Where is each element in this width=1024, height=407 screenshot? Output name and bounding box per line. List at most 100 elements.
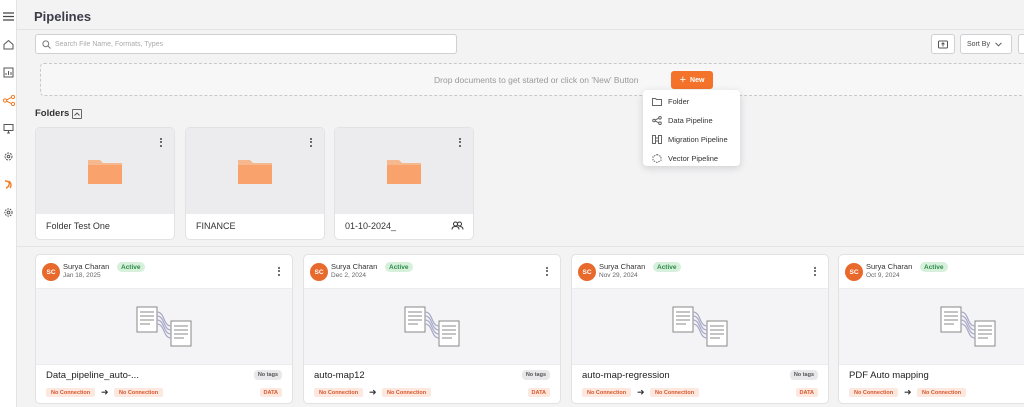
search-icon <box>42 39 51 49</box>
tag-badge: No tags <box>521 370 550 380</box>
chevron-up-icon <box>74 111 81 116</box>
tag-badge: No tags <box>253 370 282 380</box>
folder-name: 01-10-2024_ <box>345 221 397 231</box>
pipeline-card[interactable]: SC Surya Charan Active Dec 2, 2024 auto-… <box>303 254 561 404</box>
arrow-right-icon: ➜ <box>637 387 645 397</box>
more-options-icon[interactable] <box>811 265 819 277</box>
folder-icon <box>238 160 272 184</box>
pipeline-thumbnail <box>572 288 828 365</box>
view-toggle-button[interactable] <box>1018 34 1024 54</box>
chevron-down-icon <box>995 41 1002 47</box>
avatar: SC <box>42 263 60 281</box>
collapse-folders-button[interactable] <box>72 108 83 119</box>
pipeline-name: PDF Auto mapping <box>849 370 929 381</box>
source-connection-badge: No Connection <box>582 388 632 397</box>
more-options-icon[interactable] <box>275 265 283 277</box>
pipeline-card[interactable]: SC Surya Charan Active Nov 29, 2024 auto… <box>571 254 829 404</box>
pipeline-thumbnail <box>839 288 1024 365</box>
document-mapping-icon <box>136 306 192 346</box>
menu-item-vector-pipeline[interactable]: Vector Pipeline <box>643 149 740 168</box>
migration-pipeline-icon <box>652 135 662 144</box>
target-connection-badge: No Connection <box>114 388 164 397</box>
tag-badge: No tags <box>789 370 818 380</box>
drop-zone[interactable]: Drop documents to get started or click o… <box>40 63 1024 96</box>
settings-icon[interactable] <box>2 150 15 163</box>
status-badge: Active <box>653 262 681 272</box>
pipeline-card[interactable]: SC Surya Charan Active Jan 18, 2025 Data… <box>35 254 293 404</box>
status-badge: Active <box>385 262 413 272</box>
pipeline-date: Jan 18, 2025 <box>63 272 101 279</box>
folder-card[interactable]: Folder Test One <box>35 127 175 240</box>
pipeline-card[interactable]: SC Surya Charan Active Oct 9, 2024 PDF A… <box>838 254 1024 404</box>
target-connection-badge: No Connection <box>382 388 432 397</box>
pipelines-icon[interactable] <box>2 94 15 107</box>
dashboard-icon[interactable] <box>2 66 15 79</box>
menu-item-folder[interactable]: Folder <box>643 92 740 111</box>
search-box[interactable] <box>35 34 457 54</box>
drop-zone-text: Drop documents to get started or click o… <box>434 75 639 85</box>
brand-logo-icon[interactable] <box>2 178 15 191</box>
target-connection-badge: No Connection <box>650 388 700 397</box>
menu-item-migration-pipeline[interactable]: Migration Pipeline <box>643 130 740 149</box>
owner-name: Surya Charan <box>331 262 378 271</box>
folder-thumbnail <box>36 128 174 214</box>
pipeline-type-badge: DATA <box>795 388 818 397</box>
folder-icon <box>652 98 662 106</box>
source-connection-badge: No Connection <box>849 388 899 397</box>
folder-icon <box>88 160 122 184</box>
menu-item-data-pipeline[interactable]: Data Pipeline <box>643 111 740 130</box>
target-connection-badge: No Connection <box>917 388 967 397</box>
pipeline-date: Dec 2, 2024 <box>331 272 367 279</box>
search-input[interactable] <box>55 40 455 48</box>
plus-icon: + <box>679 73 687 86</box>
folder-name: FINANCE <box>196 221 236 231</box>
document-mapping-icon <box>672 306 728 346</box>
menu-item-label: Data Pipeline <box>668 116 713 125</box>
upload-button[interactable] <box>931 34 955 54</box>
arrow-right-icon: ➜ <box>101 387 109 397</box>
section-divider <box>17 246 1024 247</box>
new-dropdown-menu: Folder Data Pipeline Migration Pipeline … <box>643 90 740 166</box>
folder-icon <box>387 160 421 184</box>
gear-icon[interactable] <box>2 206 15 219</box>
more-options-icon[interactable] <box>543 265 551 277</box>
page-title: Pipelines <box>34 9 92 24</box>
folder-thumbnail <box>335 128 473 214</box>
pipeline-name: Data_pipeline_auto-... <box>46 370 139 381</box>
avatar: SC <box>310 263 328 281</box>
sort-dropdown[interactable]: Sort By <box>960 34 1012 54</box>
folder-card[interactable]: 01-10-2024_ <box>334 127 474 240</box>
monitor-icon[interactable] <box>2 122 15 135</box>
document-mapping-icon <box>940 306 996 346</box>
folder-name: Folder Test One <box>46 221 110 231</box>
pipeline-type-badge: DATA <box>259 388 282 397</box>
arrow-right-icon: ➜ <box>369 387 377 397</box>
avatar: SC <box>845 263 863 281</box>
shared-users-icon[interactable] <box>451 221 464 230</box>
owner-name: Surya Charan <box>866 262 913 271</box>
pipeline-name: auto-map12 <box>314 370 365 381</box>
owner-name: Surya Charan <box>63 262 110 271</box>
status-badge: Active <box>920 262 948 272</box>
pipeline-thumbnail <box>36 288 292 365</box>
owner-name: Surya Charan <box>599 262 646 271</box>
vector-pipeline-icon <box>652 154 662 163</box>
more-options-icon[interactable] <box>157 136 165 148</box>
left-rail <box>0 0 17 407</box>
more-options-icon[interactable] <box>456 136 464 148</box>
home-icon[interactable] <box>2 38 15 51</box>
upload-icon <box>938 40 948 48</box>
pipeline-thumbnail <box>304 288 560 365</box>
data-pipeline-icon <box>652 116 662 125</box>
folder-card[interactable]: FINANCE <box>185 127 325 240</box>
menu-item-label: Folder <box>668 97 690 106</box>
menu-item-label: Vector Pipeline <box>668 154 719 163</box>
more-options-icon[interactable] <box>307 136 315 148</box>
status-badge: Active <box>117 262 145 272</box>
pipeline-date: Oct 9, 2024 <box>866 272 900 279</box>
folders-label: Folders <box>35 108 70 119</box>
new-button[interactable]: + New <box>671 71 713 89</box>
menu-icon[interactable] <box>2 10 15 23</box>
pipeline-name: auto-map-regression <box>582 370 670 381</box>
source-connection-badge: No Connection <box>314 388 364 397</box>
